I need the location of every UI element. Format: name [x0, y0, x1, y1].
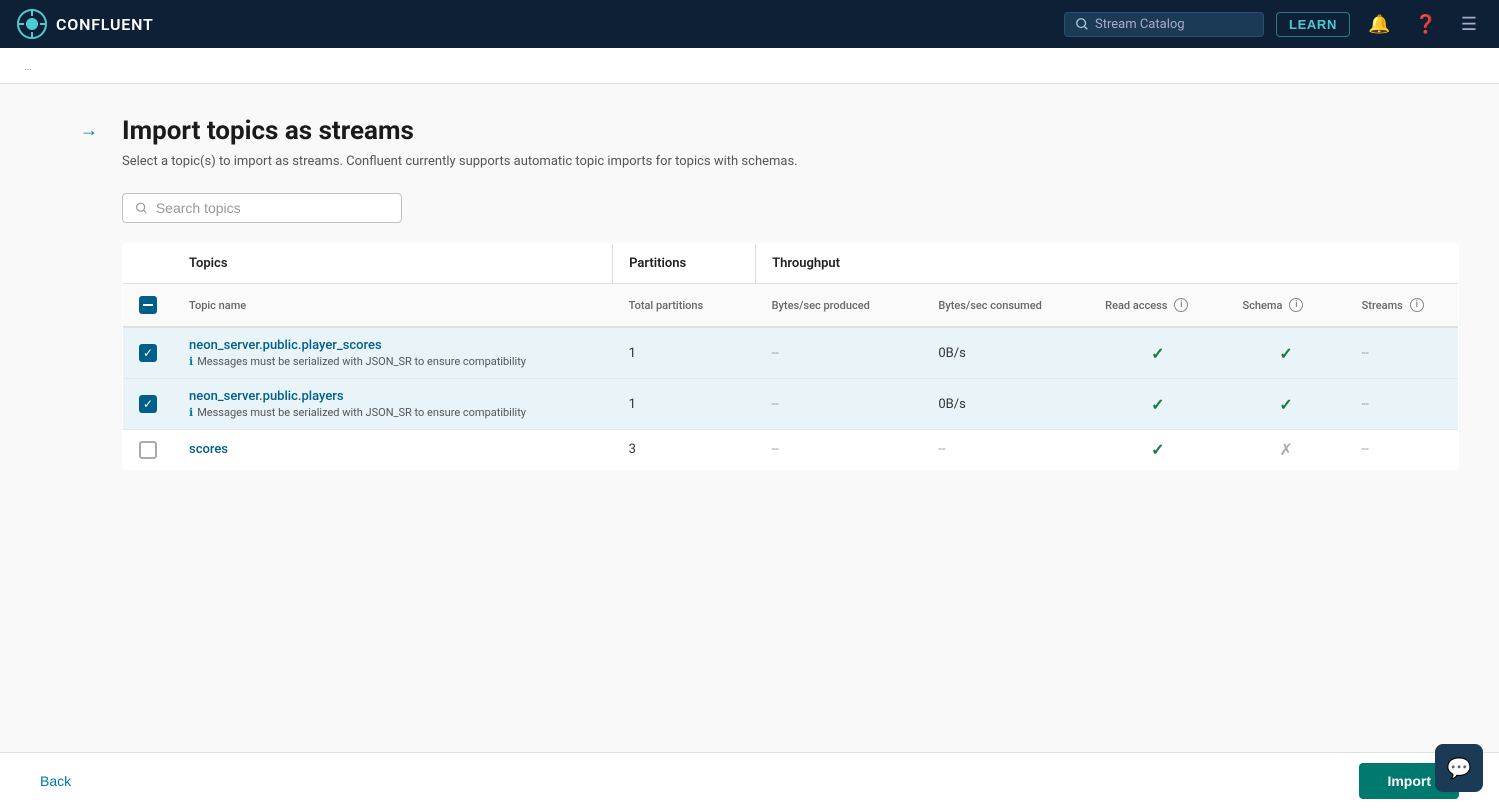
th-streams: Streams i [1346, 284, 1459, 328]
topic-name-text: neon_server.public.players [189, 389, 597, 404]
read-access-cell: ✓ [1089, 327, 1226, 379]
help-icon[interactable]: ❓ [1408, 10, 1442, 39]
th-partitions-group: Partitions [613, 244, 756, 284]
table-row: ✓ neon_server.public.player_scores ℹ Mess… [123, 327, 1459, 379]
topic-warning-text: ℹ Messages must be serialized with JSON_… [189, 406, 597, 419]
check-icon: ✓ [1279, 395, 1292, 414]
search-topics-icon [135, 201, 148, 215]
streams-cell: -- [1346, 379, 1459, 430]
check-icon: ✓ [1151, 344, 1164, 363]
page-subtitle: Select a topic(s) to import as streams. … [122, 154, 1459, 169]
checkbox-checked-0[interactable]: ✓ [139, 344, 157, 362]
partitions-cell: 1 [613, 327, 756, 379]
table-row: scores3----✓✗-- [123, 430, 1459, 470]
schema-cell: ✓ [1227, 327, 1346, 379]
streams-info-icon[interactable]: i [1410, 298, 1424, 312]
streams-cell: -- [1346, 430, 1459, 470]
table-body: ✓ neon_server.public.player_scores ℹ Mess… [123, 327, 1459, 470]
table-row: ✓ neon_server.public.players ℹ Messages m… [123, 379, 1459, 430]
row-checkbox-2[interactable] [123, 430, 174, 470]
bytes-consumed-cell: -- [922, 430, 1089, 470]
row-checkbox-0[interactable]: ✓ [123, 327, 174, 379]
streams-cell: -- [1346, 327, 1459, 379]
logo: CONFLUENT [16, 8, 154, 40]
stream-catalog-search[interactable]: Stream Catalog [1064, 12, 1264, 37]
schema-cell: ✓ [1227, 379, 1346, 430]
table-sub-header-row: Topic name Total partitions Bytes/sec pr… [123, 284, 1459, 328]
th-throughput-group: Throughput [756, 244, 1090, 284]
search-icon [1075, 17, 1089, 31]
top-navigation: CONFLUENT Stream Catalog LEARN 🔔 ❓ ☰ [0, 0, 1499, 48]
read-access-cell: ✓ [1089, 379, 1226, 430]
logo-text: CONFLUENT [56, 15, 154, 34]
th-total-partitions: Total partitions [613, 284, 756, 328]
th-topics-group: Topics [173, 244, 613, 284]
check-icon: ✓ [1151, 395, 1164, 414]
schema-cell: ✗ [1227, 430, 1346, 470]
menu-icon[interactable]: ☰ [1455, 10, 1483, 39]
page-title: Import topics as streams [122, 116, 1459, 146]
th-bytes-produced: Bytes/sec produced [756, 284, 923, 328]
check-icon: ✓ [1279, 344, 1292, 363]
partitions-cell: 3 [613, 430, 756, 470]
topics-table: Topics Partitions Throughput Topic name [122, 243, 1459, 470]
table-group-header-row: Topics Partitions Throughput [123, 244, 1459, 284]
warning-icon: ℹ [189, 355, 193, 368]
main-content: → Import topics as streams Select a topi… [0, 84, 1499, 808]
bytes-consumed-cell: 0B/s [922, 379, 1089, 430]
read-access-info-icon[interactable]: i [1174, 298, 1188, 312]
warning-icon: ℹ [189, 406, 193, 419]
th-read-access: Read access i [1089, 284, 1226, 328]
th-schema-group [1227, 244, 1346, 284]
learn-button[interactable]: LEARN [1276, 12, 1350, 37]
search-topics-input[interactable] [156, 200, 389, 216]
topic-name-text: neon_server.public.player_scores [189, 338, 597, 353]
checkbox-checked-1[interactable]: ✓ [139, 395, 157, 413]
breadcrumb-text: … [24, 59, 32, 73]
select-all-checkbox[interactable] [139, 296, 157, 314]
th-bytes-consumed: Bytes/sec consumed [922, 284, 1089, 328]
th-streams-group [1346, 244, 1459, 284]
topic-name-text: scores [189, 442, 597, 457]
topic-name-cell: scores [173, 430, 613, 470]
chat-button[interactable]: 💬 [1435, 744, 1483, 792]
th-read-access-group [1089, 244, 1226, 284]
stream-catalog-label: Stream Catalog [1095, 17, 1185, 32]
bytes-produced-cell: -- [756, 327, 923, 379]
x-icon: ✗ [1279, 440, 1292, 459]
bytes-consumed-cell: 0B/s [922, 327, 1089, 379]
topic-warning-text: ℹ Messages must be serialized with JSON_… [189, 355, 597, 368]
confluent-logo-icon [16, 8, 48, 40]
th-topic-name: Topic name [173, 284, 613, 328]
bytes-produced-cell: -- [756, 379, 923, 430]
bytes-produced-cell: -- [756, 430, 923, 470]
check-icon: ✓ [1151, 440, 1164, 459]
content-area: Import topics as streams Select a topic(… [122, 116, 1459, 728]
breadcrumb: … [0, 48, 1499, 84]
th-select-all[interactable] [123, 284, 174, 328]
back-button[interactable]: Back [40, 773, 71, 789]
back-arrow-icon[interactable]: → [80, 120, 98, 728]
chat-icon: 💬 [1447, 756, 1472, 780]
th-schema: Schema i [1227, 284, 1346, 328]
footer: Back Import [0, 752, 1499, 808]
notifications-icon[interactable]: 🔔 [1362, 10, 1396, 39]
read-access-cell: ✓ [1089, 430, 1226, 470]
topic-name-cell: neon_server.public.player_scores ℹ Messa… [173, 327, 613, 379]
topic-name-cell: neon_server.public.players ℹ Messages mu… [173, 379, 613, 430]
topic-search-wrapper [122, 193, 1459, 223]
checkbox-unchecked-2[interactable] [139, 441, 157, 459]
schema-info-icon[interactable]: i [1289, 298, 1303, 312]
topic-search-box[interactable] [122, 193, 402, 223]
partitions-cell: 1 [613, 379, 756, 430]
th-checkbox-col [123, 244, 174, 284]
row-checkbox-1[interactable]: ✓ [123, 379, 174, 430]
